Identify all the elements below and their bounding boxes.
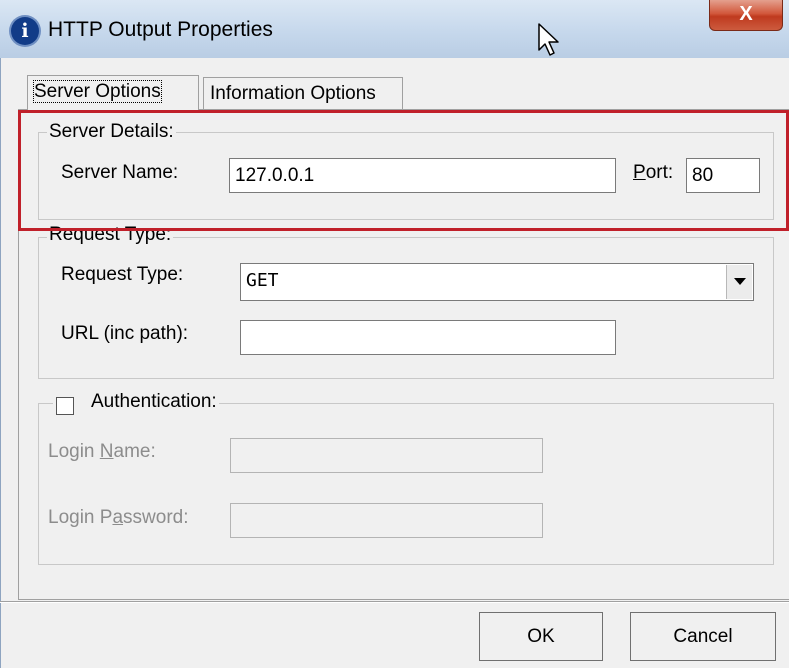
- info-icon: i: [11, 17, 39, 45]
- separator: [0, 601, 789, 603]
- request-type-group: Request Type:: [38, 223, 774, 379]
- authentication-label: Authentication:: [91, 391, 217, 412]
- url-label: URL (inc path):: [61, 323, 189, 344]
- authentication-group: Authentication:: [38, 390, 774, 565]
- close-icon[interactable]: X: [739, 3, 752, 25]
- tab-information-options[interactable]: Information Options: [203, 77, 403, 111]
- tab-server-options[interactable]: Server Options: [27, 75, 199, 111]
- login-password-label: Login Password:: [48, 507, 189, 528]
- request-type-select[interactable]: GET: [240, 263, 754, 301]
- port-field[interactable]: 80: [686, 158, 760, 193]
- group-legend: Request Type:: [47, 223, 174, 247]
- port-label: Port:: [633, 162, 674, 183]
- url-field[interactable]: [240, 320, 616, 355]
- server-name-label: Server Name:: [61, 162, 179, 183]
- authentication-checkbox[interactable]: [56, 397, 74, 415]
- mouse-cursor-icon: [538, 23, 559, 56]
- request-type-label: Request Type:: [61, 264, 184, 285]
- login-name-label: Login Name:: [48, 441, 156, 462]
- chevron-down-icon[interactable]: [726, 265, 752, 299]
- request-type-value: GET: [246, 270, 279, 291]
- authentication-legend: Authentication:: [53, 390, 219, 414]
- login-name-field[interactable]: [230, 438, 543, 473]
- cancel-button[interactable]: Cancel: [630, 612, 776, 661]
- group-legend: Server Details:: [47, 120, 176, 144]
- tab-label: Server Options: [33, 80, 162, 103]
- login-password-field[interactable]: [230, 503, 543, 538]
- ok-button[interactable]: OK: [479, 612, 603, 661]
- server-name-field[interactable]: 127.0.0.1: [229, 158, 616, 193]
- close-button[interactable]: X: [709, 0, 783, 31]
- tab-label: Information Options: [210, 83, 376, 104]
- window-title: HTTP Output Properties: [48, 18, 273, 41]
- title-bar: i HTTP Output Properties X: [0, 0, 789, 59]
